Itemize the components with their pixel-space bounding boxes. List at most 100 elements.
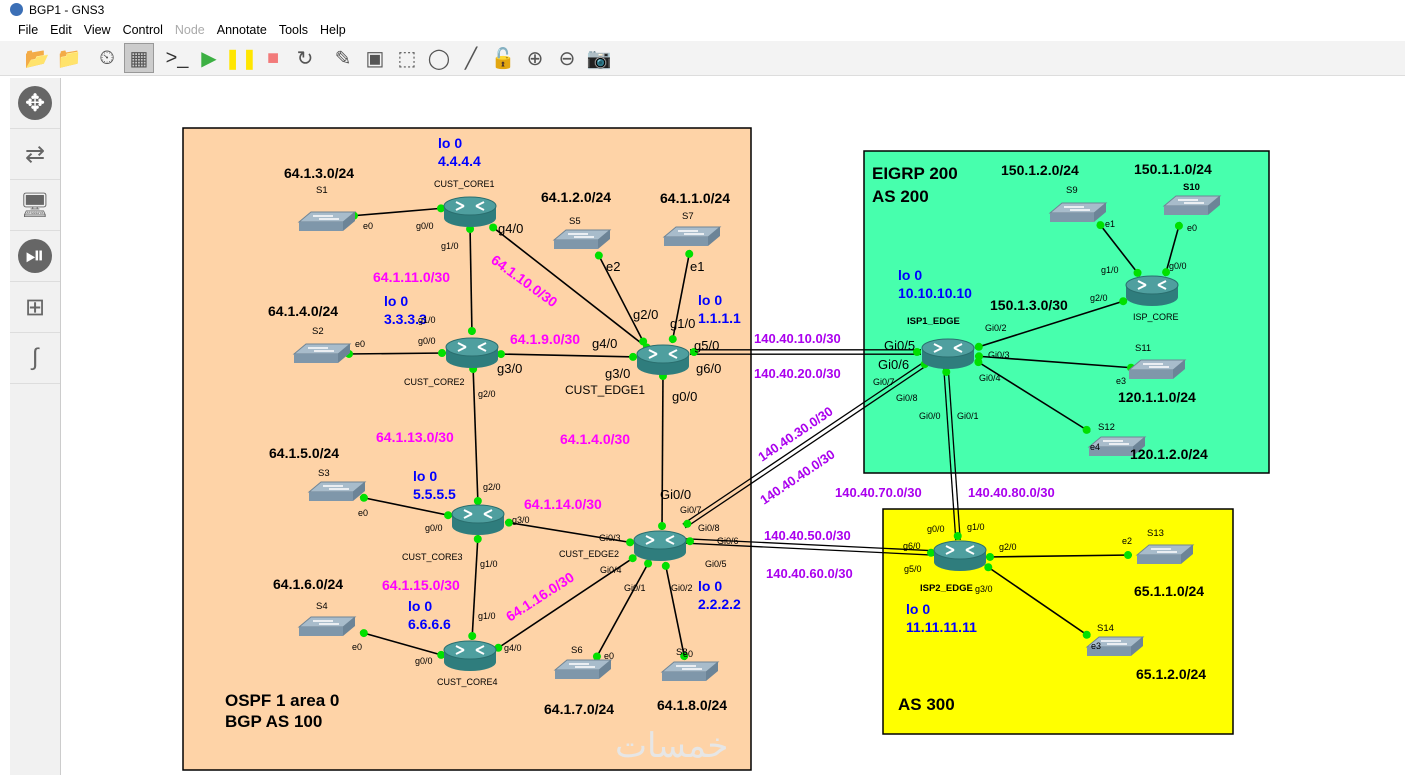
menu-file[interactable]: File bbox=[0, 23, 44, 37]
routers-icon[interactable]: ✥ bbox=[10, 78, 60, 129]
reload-icon[interactable]: ↻ bbox=[290, 43, 320, 73]
link[interactable] bbox=[344, 352, 447, 355]
port-connector[interactable] bbox=[1119, 297, 1128, 306]
device-sidebar: ✥ ⇄ 🖥 ⏯ ⊞ ∫ bbox=[10, 78, 61, 775]
open-folder-icon[interactable]: 📁 bbox=[54, 43, 84, 73]
router-label: CUST_EDGE1 bbox=[565, 383, 645, 397]
port-connector[interactable] bbox=[1082, 630, 1091, 639]
start-icon[interactable]: ▶ bbox=[194, 43, 224, 73]
switch-label: S10 bbox=[1183, 182, 1200, 193]
port-connector[interactable] bbox=[444, 511, 453, 520]
router-core3[interactable] bbox=[451, 504, 505, 535]
port-connector[interactable] bbox=[644, 559, 653, 568]
draw-rectangle-icon[interactable]: ⬚ bbox=[392, 43, 422, 73]
zoom-out-icon[interactable]: ⊖ bbox=[552, 43, 582, 73]
snapshot-clock-icon[interactable]: ⏲ bbox=[92, 43, 122, 73]
port-connector[interactable] bbox=[628, 554, 637, 563]
port-connector[interactable] bbox=[974, 358, 983, 367]
security-devices-icon[interactable]: ⏯ bbox=[10, 231, 60, 282]
interface-label: Gi0/1 bbox=[957, 411, 979, 421]
stop-icon[interactable]: ■ bbox=[258, 43, 288, 73]
switch-label: S13 bbox=[1147, 528, 1164, 539]
add-note-icon[interactable]: ✎ bbox=[328, 43, 358, 73]
router-core4[interactable] bbox=[443, 640, 497, 671]
port-connector[interactable] bbox=[1082, 425, 1091, 434]
interface-label: Gi0/5 bbox=[705, 559, 727, 569]
port-connector[interactable] bbox=[685, 249, 694, 258]
lock-icon[interactable]: 🔓 bbox=[488, 43, 518, 73]
router-edge1[interactable] bbox=[636, 344, 690, 375]
port-connector[interactable] bbox=[1124, 551, 1133, 560]
port-connector[interactable] bbox=[661, 561, 670, 570]
interface-label: g1/0 bbox=[670, 316, 695, 331]
interface-label: Gi0/1 bbox=[624, 583, 646, 593]
port-connector[interactable] bbox=[359, 493, 368, 502]
switches-icon[interactable]: ⇄ bbox=[10, 129, 60, 180]
loopback-address: 11.11.11.11 bbox=[906, 619, 977, 635]
router-label: ISP1_EDGE bbox=[907, 316, 960, 327]
subnet-label: 64.1.2.0/24 bbox=[541, 189, 611, 205]
port-connector[interactable] bbox=[594, 251, 603, 260]
port-connector[interactable] bbox=[437, 650, 446, 659]
router-isp1[interactable] bbox=[921, 338, 975, 369]
port-connector[interactable] bbox=[592, 652, 601, 661]
menu-help[interactable]: Help bbox=[314, 23, 352, 37]
port-connector[interactable] bbox=[489, 223, 498, 232]
interface-label: g0/0 bbox=[415, 656, 433, 666]
router-core2[interactable] bbox=[445, 337, 499, 368]
link[interactable] bbox=[661, 371, 664, 531]
port-connector[interactable] bbox=[438, 349, 447, 358]
all-devices-icon[interactable]: ⊞ bbox=[10, 282, 60, 333]
interface-label: g3/0 bbox=[605, 366, 630, 381]
port-connector[interactable] bbox=[1133, 268, 1142, 277]
show-interface-labels-icon[interactable]: ▦ bbox=[124, 43, 154, 73]
router-label: CUST_CORE3 bbox=[402, 552, 463, 562]
add-link-icon[interactable]: ∫ bbox=[10, 333, 60, 384]
port-connector[interactable] bbox=[359, 629, 368, 638]
port-connector[interactable] bbox=[658, 522, 667, 531]
subnet-label: 150.1.3.0/30 bbox=[990, 297, 1068, 313]
port-connector[interactable] bbox=[985, 552, 994, 561]
router-label: CUST_CORE4 bbox=[437, 677, 498, 687]
zoom-in-icon[interactable]: ⊕ bbox=[520, 43, 550, 73]
router-core1[interactable] bbox=[443, 196, 497, 227]
insert-picture-icon[interactable]: ▣ bbox=[360, 43, 390, 73]
port-connector[interactable] bbox=[974, 342, 983, 351]
router-isp2[interactable] bbox=[933, 540, 987, 571]
gns3-app-icon bbox=[10, 3, 23, 16]
port-connector[interactable] bbox=[467, 327, 476, 336]
port-connector[interactable] bbox=[668, 335, 677, 344]
port-connector[interactable] bbox=[1174, 221, 1183, 230]
topology-canvas[interactable]: OSPF 1 area 0 BGP AS 100 EIGRP 200 AS 200 AS… bbox=[0, 0, 1405, 775]
port-connector[interactable] bbox=[496, 350, 505, 359]
menu-tools[interactable]: Tools bbox=[273, 23, 314, 37]
port-connector[interactable] bbox=[953, 532, 962, 541]
draw-line-icon[interactable]: ╱ bbox=[456, 43, 486, 73]
port-connector[interactable] bbox=[984, 563, 993, 572]
port-connector[interactable] bbox=[639, 337, 648, 346]
menu-edit[interactable]: Edit bbox=[44, 23, 78, 37]
port-connector[interactable] bbox=[942, 367, 951, 376]
port-connector[interactable] bbox=[473, 497, 482, 506]
console-icon[interactable]: >_ bbox=[162, 43, 192, 73]
router-edge2[interactable] bbox=[633, 530, 687, 561]
router-label: ISP2_EDGE bbox=[920, 583, 973, 594]
port-connector[interactable] bbox=[473, 534, 482, 543]
port-connector[interactable] bbox=[1096, 221, 1105, 230]
port-connector[interactable] bbox=[626, 538, 635, 547]
menu-annotate[interactable]: Annotate bbox=[211, 23, 273, 37]
menu-control[interactable]: Control bbox=[117, 23, 169, 37]
port-connector[interactable] bbox=[629, 352, 638, 361]
port-connector[interactable] bbox=[685, 537, 694, 546]
pause-icon[interactable]: ❚❚ bbox=[224, 43, 258, 73]
end-devices-icon[interactable]: 🖥 bbox=[10, 180, 60, 231]
port-connector[interactable] bbox=[683, 519, 692, 528]
screenshot-icon[interactable]: 📷 bbox=[584, 43, 614, 73]
router-ispcore[interactable] bbox=[1125, 275, 1179, 306]
loopback-address: 1.1.1.1 bbox=[698, 310, 741, 326]
menu-view[interactable]: View bbox=[78, 23, 117, 37]
loopback-label: lo 0 bbox=[906, 601, 930, 617]
port-connector[interactable] bbox=[468, 632, 477, 641]
open-project-icon[interactable]: 📂 bbox=[22, 43, 52, 73]
draw-ellipse-icon[interactable]: ◯ bbox=[424, 43, 454, 73]
